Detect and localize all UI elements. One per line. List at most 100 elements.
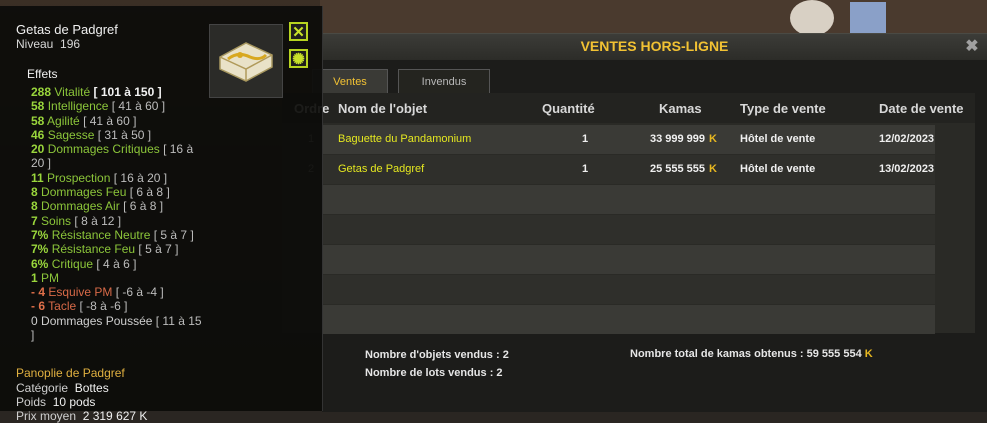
- effect-line: 58 Intelligence [ 41 à 60 ]: [31, 99, 211, 113]
- window-close-button[interactable]: ✖: [962, 36, 982, 56]
- lots-sold-count: Nombre de lots vendus : 2: [365, 367, 503, 379]
- effect-line: 11 Prospection [ 16 à 20 ]: [31, 171, 211, 185]
- level-value: 196: [60, 37, 81, 51]
- column-header-sale-type[interactable]: Type de vente: [740, 101, 826, 116]
- avg-price-label: Prix moyen: [16, 409, 77, 423]
- effect-value: 58: [31, 113, 45, 128]
- effect-value: 7%: [31, 227, 49, 242]
- item-category: Catégorie Bottes: [16, 381, 109, 395]
- effect-range: [ 6 à 8 ]: [129, 185, 170, 200]
- effect-value: - 4: [31, 285, 46, 300]
- tab-ventes[interactable]: Ventes: [312, 69, 388, 93]
- kama-icon: K: [864, 348, 873, 360]
- effect-line: - 4 Esquive PM [ -6 à -4 ]: [31, 285, 211, 299]
- item-tooltip: Getas de Padgref Niveau 196 ✕ ✺ Effets 2…: [0, 6, 323, 423]
- effect-name: Intelligence: [47, 99, 109, 114]
- weight-label: Poids: [16, 395, 47, 409]
- effect-line: 6% Critique [ 4 à 6 ]: [31, 257, 211, 271]
- row-item-name: Baguette du Pandamonium: [338, 133, 472, 145]
- effect-value: 6%: [31, 256, 49, 271]
- effect-name: Résistance Feu: [51, 242, 136, 257]
- tooltip-close-button[interactable]: ✕: [289, 22, 308, 41]
- effect-line: 1 PM: [31, 271, 211, 285]
- effect-range: [ 41 à 60 ]: [83, 113, 137, 128]
- table-row-empty: [322, 275, 935, 304]
- table-row[interactable]: 2 Getas de Padgref 1 25 555 555K Hôtel d…: [308, 155, 935, 184]
- row-sale-date: 13/02/2023: [879, 163, 935, 175]
- table-row-empty: [322, 245, 935, 274]
- effect-range: [ 4 à 6 ]: [96, 256, 137, 271]
- effect-value: 8: [31, 199, 38, 214]
- close-icon: ✕: [292, 24, 305, 41]
- tooltip-settings-button[interactable]: ✺: [289, 49, 308, 68]
- effect-line: 7 Soins [ 8 à 12 ]: [31, 214, 211, 228]
- effect-value: 20: [31, 142, 45, 157]
- column-header-quantity[interactable]: Quantité: [542, 101, 595, 116]
- effect-range: [ 8 à 12 ]: [74, 213, 122, 228]
- table-row[interactable]: 1 Baguette du Pandamonium 1 33 999 999K …: [308, 125, 935, 154]
- effect-line: 20 Dommages Critiques [ 16 à: [31, 142, 211, 156]
- row-sale-type: Hôtel de vente: [740, 163, 816, 175]
- effect-name: Dommages Feu: [41, 185, 127, 200]
- effect-range: [ 16 à: [163, 142, 194, 157]
- item-weight: Poids 10 pods: [16, 395, 95, 409]
- item-set-link[interactable]: Panoplie de Padgref: [16, 366, 125, 380]
- effect-value: 7%: [31, 242, 49, 257]
- item-average-price: Prix moyen 2 319 627 K: [16, 409, 147, 423]
- effect-line-continued: 20 ]: [31, 156, 211, 170]
- effect-line: 46 Sagesse [ 31 à 50 ]: [31, 128, 211, 142]
- background-clock: [790, 0, 834, 36]
- total-kamas: Nombre total de kamas obtenus : 59 555 5…: [630, 348, 873, 360]
- column-header-name[interactable]: Nom de l'objet: [338, 101, 427, 116]
- row-sale-type: Hôtel de vente: [740, 133, 816, 145]
- background-frame: [850, 2, 886, 34]
- effect-line: 58 Agilité [ 41 à 60 ]: [31, 114, 211, 128]
- effect-value: 0: [31, 313, 38, 328]
- row-item-name: Getas de Padgref: [338, 163, 425, 175]
- row-kamas: 33 999 999 K: [622, 133, 717, 145]
- effect-line: 7% Résistance Neutre [ 5 à 7 ]: [31, 228, 211, 242]
- effect-name: Esquive PM: [48, 285, 113, 300]
- effect-value: 58: [31, 99, 45, 114]
- effect-value: - 6: [31, 299, 46, 314]
- effect-range: [ 11 à 15: [155, 313, 202, 328]
- effect-range: [ -6 à -4 ]: [115, 285, 164, 300]
- effect-name: PM: [41, 270, 60, 285]
- tab-invendus[interactable]: Invendus: [398, 69, 490, 93]
- effect-line: 288 Vitalité [ 101 à 150 ]: [31, 85, 211, 99]
- table-header: Ordre Nom de l'objet Quantité Kamas Type…: [282, 93, 975, 123]
- category-value: Bottes: [74, 381, 109, 395]
- row-sale-date: 12/02/2023: [879, 133, 935, 145]
- window-title: VENTES HORS-LIGNE: [580, 38, 729, 54]
- effect-name: Prospection: [47, 170, 111, 185]
- item-name: Getas de Padgref: [16, 22, 118, 37]
- level-label: Niveau: [16, 37, 54, 51]
- effect-value: 288: [31, 85, 52, 99]
- effects-list: 288 Vitalité [ 101 à 150 ] 58 Intelligen…: [31, 85, 211, 342]
- effect-range: [ 16 à 20 ]: [113, 170, 168, 185]
- column-header-kamas[interactable]: Kamas: [659, 101, 702, 116]
- column-header-sale-date[interactable]: Date de vente: [879, 101, 964, 116]
- table-row-empty: [322, 305, 935, 334]
- gear-icon: ✺: [292, 51, 305, 68]
- effect-range: ]: [31, 328, 35, 343]
- effect-name: Dommages Critiques: [47, 142, 160, 157]
- effect-value: 11: [31, 170, 44, 185]
- sales-table: Ordre Nom de l'objet Quantité Kamas Type…: [282, 93, 975, 334]
- effect-name: Dommages Air: [41, 199, 120, 214]
- avg-price-value: 2 319 627 K: [82, 409, 148, 423]
- effect-range: 20 ]: [31, 156, 52, 171]
- row-kamas-value: 33 999 999: [649, 133, 706, 145]
- effect-range: [ 101 à 150 ]: [93, 85, 162, 99]
- effect-value: 8: [31, 185, 38, 200]
- effect-range: [ 41 à 60 ]: [111, 99, 166, 114]
- effect-name: Critique: [51, 256, 94, 271]
- kama-icon: K: [709, 133, 717, 145]
- effect-value: 1: [31, 270, 38, 285]
- tab-label: Invendus: [421, 76, 467, 88]
- effect-name: Résistance Neutre: [51, 227, 151, 242]
- effect-name: Dommages Poussée: [41, 313, 153, 328]
- table-row-empty: [322, 185, 935, 214]
- tab-label: Ventes: [333, 76, 367, 88]
- close-icon: ✖: [965, 38, 979, 55]
